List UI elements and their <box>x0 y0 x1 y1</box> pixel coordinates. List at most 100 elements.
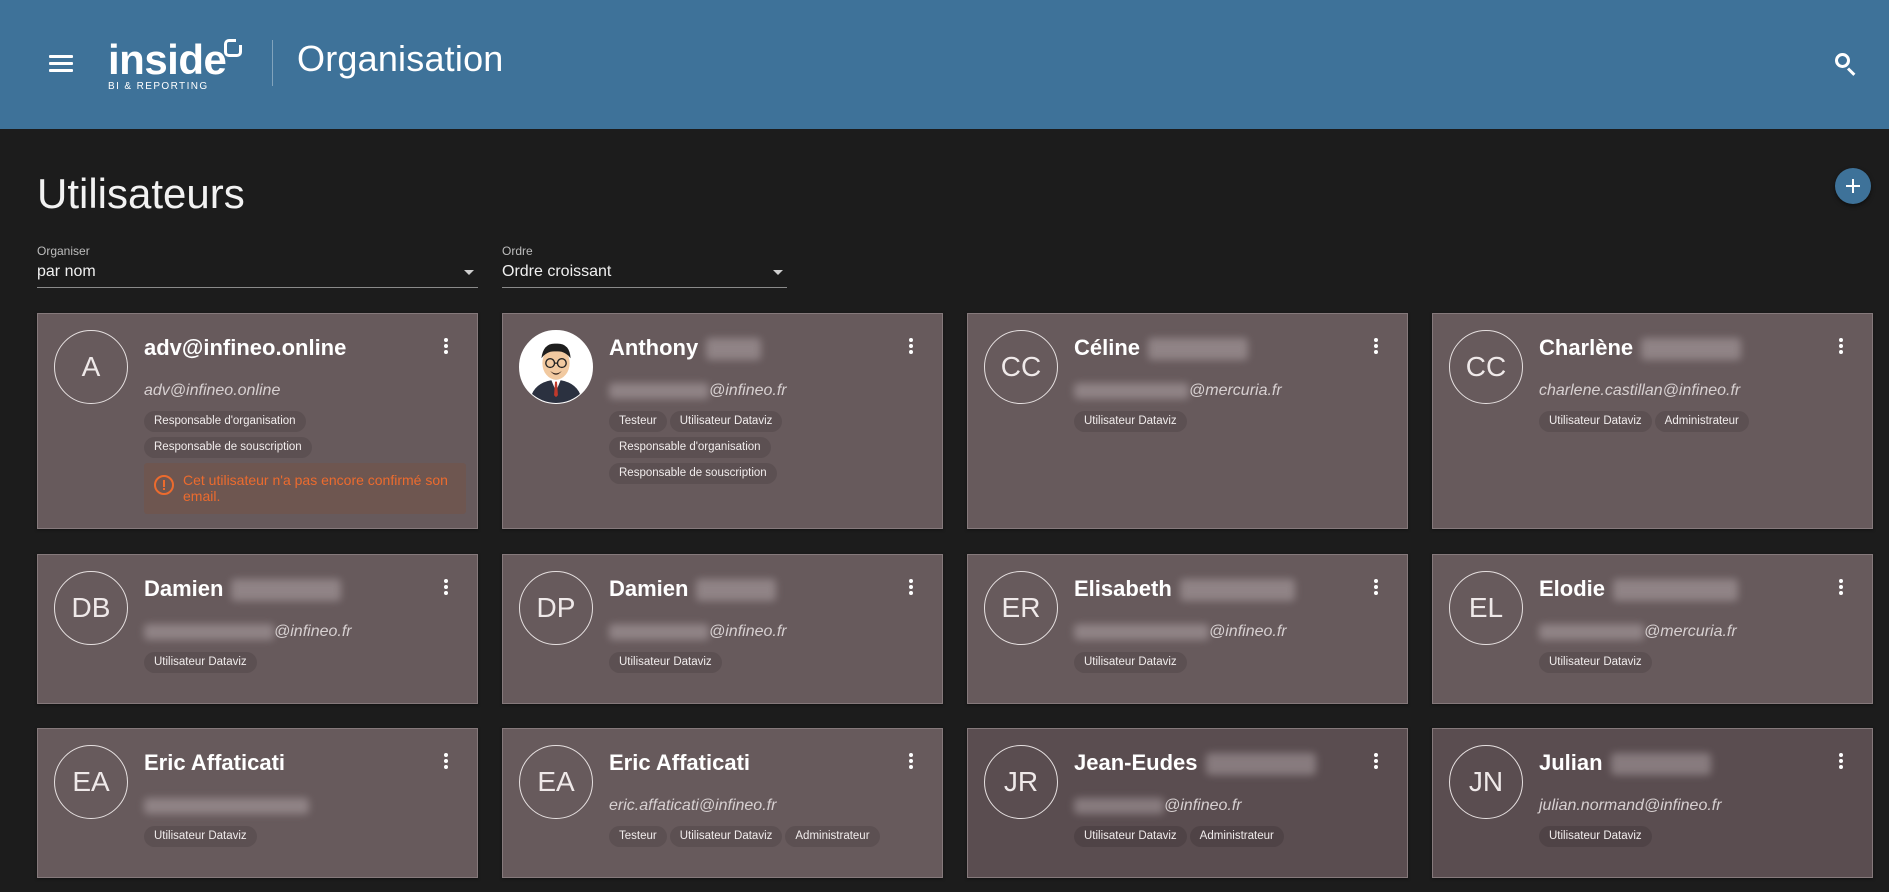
role-badge: Administrateur <box>1654 411 1749 432</box>
order-label: Ordre <box>502 244 533 258</box>
role-tags: Utilisateur Dataviz <box>1539 652 1859 678</box>
more-options-icon[interactable] <box>908 753 914 771</box>
redacted-email-part <box>144 623 274 640</box>
organize-value: par nom <box>37 263 96 280</box>
role-badge: Utilisateur Dataviz <box>669 411 783 432</box>
user-card[interactable]: CC Charlène charlene.castillan@infineo.fr U… <box>1432 313 1873 529</box>
more-options-icon[interactable] <box>1838 753 1844 771</box>
redacted-email-part <box>1074 382 1189 399</box>
user-card[interactable]: ER Elisabeth @infineo.fr Utilisateur Datavi… <box>967 554 1408 704</box>
user-card[interactable]: Aadv@infineo.online adv@infineo.online Res… <box>37 313 478 529</box>
user-first-name: Eric Affaticati <box>609 750 751 775</box>
user-first-name: Elodie <box>1539 576 1606 601</box>
user-card[interactable]: EL Elodie @mercuria.fr Utilisateur Dataviz <box>1432 554 1873 704</box>
user-card[interactable]: JN Julian julian.normand@infineo.fr Utilisa… <box>1432 728 1873 878</box>
user-name: Julian <box>1539 750 1711 776</box>
order-select[interactable]: Ordre Ordre croissant <box>502 242 787 288</box>
avatar-initials: JR <box>1003 766 1039 797</box>
user-card[interactable]: Anthony @infineo.fr Testeur Utilisateur Dat… <box>502 313 943 529</box>
more-options-icon[interactable] <box>1373 338 1379 356</box>
redacted-email-part <box>144 797 309 814</box>
role-tags: Utilisateur Dataviz <box>1539 826 1859 852</box>
role-badge: Responsable de souscription <box>144 437 312 458</box>
user-first-name: Jean-Eudes <box>1074 750 1198 775</box>
redacted-last-name <box>1179 579 1295 602</box>
user-card[interactable]: EA Eric Affaticati eric.affaticati@infineo… <box>502 728 943 878</box>
avatar <box>519 330 593 404</box>
more-options-icon[interactable] <box>1373 753 1379 771</box>
user-card[interactable]: CC Céline @mercuria.fr Utilisateur Dataviz <box>967 313 1408 529</box>
order-value: Ordre croissant <box>502 263 612 280</box>
user-email-text: @mercuria.fr <box>1189 382 1282 399</box>
logo-subtitle: BI & REPORTING <box>108 81 209 92</box>
add-user-button[interactable] <box>1835 168 1871 204</box>
user-email-text: @infineo.fr <box>709 382 787 399</box>
redacted-email-part <box>1074 623 1209 640</box>
avatar: EA <box>519 745 593 819</box>
more-options-icon[interactable] <box>443 338 449 356</box>
user-email-text: @infineo.fr <box>1209 623 1287 640</box>
user-name: Eric Affaticati <box>144 750 285 776</box>
more-options-icon[interactable] <box>1838 579 1844 597</box>
user-email-text: @infineo.fr <box>1164 797 1242 814</box>
user-email-text: @mercuria.fr <box>1644 623 1737 640</box>
user-name: adv@infineo.online <box>144 335 346 361</box>
redacted-email-part <box>1074 797 1164 814</box>
inside-logo[interactable]: inside BI & REPORTING <box>106 36 256 94</box>
redacted-last-name <box>1205 753 1316 776</box>
unconfirmed-email-warning: Cet utilisateur n'a pas encore confirmé … <box>144 463 466 514</box>
user-first-name: adv@infineo.online <box>144 335 347 360</box>
organize-select[interactable]: Organiser par nom <box>37 242 478 288</box>
avatar: CC <box>984 330 1058 404</box>
header-divider <box>272 40 273 86</box>
app-header: inside BI & REPORTING Organisation <box>0 0 1889 129</box>
redacted-email-part <box>1539 623 1644 640</box>
avatar-initials: DP <box>536 592 576 623</box>
user-email-text: @infineo.fr <box>709 623 787 640</box>
logo-wordmark: inside <box>108 36 227 83</box>
role-tags: Utilisateur Dataviz <box>144 652 464 678</box>
search-icon[interactable] <box>1832 50 1860 78</box>
more-options-icon[interactable] <box>443 753 449 771</box>
more-options-icon[interactable] <box>908 579 914 597</box>
menu-icon[interactable] <box>44 50 78 78</box>
user-name: Jean-Eudes <box>1074 750 1316 776</box>
user-first-name: Eric Affaticati <box>144 750 286 775</box>
redacted-last-name <box>696 579 777 602</box>
user-email: @infineo.fr <box>144 623 352 641</box>
avatar: EL <box>1449 571 1523 645</box>
user-email-text: julian.normand@infineo.fr <box>1539 797 1722 814</box>
role-tags: Testeur Utilisateur Dataviz Responsable d'… <box>609 411 929 489</box>
user-name: Eric Affaticati <box>609 750 750 776</box>
avatar: JN <box>1449 745 1523 819</box>
alert-icon <box>154 475 174 495</box>
avatar: CC <box>1449 330 1523 404</box>
user-card[interactable]: EA Eric Affaticati Utilisateur Dataviz <box>37 728 478 878</box>
user-card[interactable]: DB Damien @infineo.fr Utilisateur Dataviz <box>37 554 478 704</box>
more-options-icon[interactable] <box>908 338 914 356</box>
avatar: A <box>54 330 128 404</box>
role-badge: Administrateur <box>1189 826 1284 847</box>
role-tags: Responsable d'organisation Responsable de… <box>144 411 464 463</box>
logo-mark-icon <box>224 37 244 57</box>
role-badge: Utilisateur Dataviz <box>1074 411 1187 432</box>
redacted-last-name <box>1610 753 1711 776</box>
user-email: @infineo.fr <box>609 382 787 400</box>
user-email-text: eric.affaticati@infineo.fr <box>609 797 777 814</box>
chevron-down-icon <box>464 270 474 275</box>
avatar-initials: CC <box>1000 351 1042 382</box>
more-options-icon[interactable] <box>1373 579 1379 597</box>
role-badge: Utilisateur Dataviz <box>1074 826 1187 847</box>
role-badge: Utilisateur Dataviz <box>144 652 257 673</box>
more-options-icon[interactable] <box>443 579 449 597</box>
user-card[interactable]: DP Damien @infineo.fr Utilisateur Dataviz <box>502 554 943 704</box>
more-options-icon[interactable] <box>1838 338 1844 356</box>
role-tags: Testeur Utilisateur Dataviz Administrateur <box>609 826 929 852</box>
avatar: DP <box>519 571 593 645</box>
role-badge: Responsable de souscription <box>609 463 777 484</box>
organize-label: Organiser <box>37 244 90 258</box>
role-tags: Utilisateur Dataviz <box>1074 411 1394 437</box>
user-name: Damien <box>144 576 342 602</box>
user-card[interactable]: JR Jean-Eudes @infineo.fr Utilisateur Datav… <box>967 728 1408 878</box>
role-badge: Utilisateur Dataviz <box>1539 411 1652 432</box>
